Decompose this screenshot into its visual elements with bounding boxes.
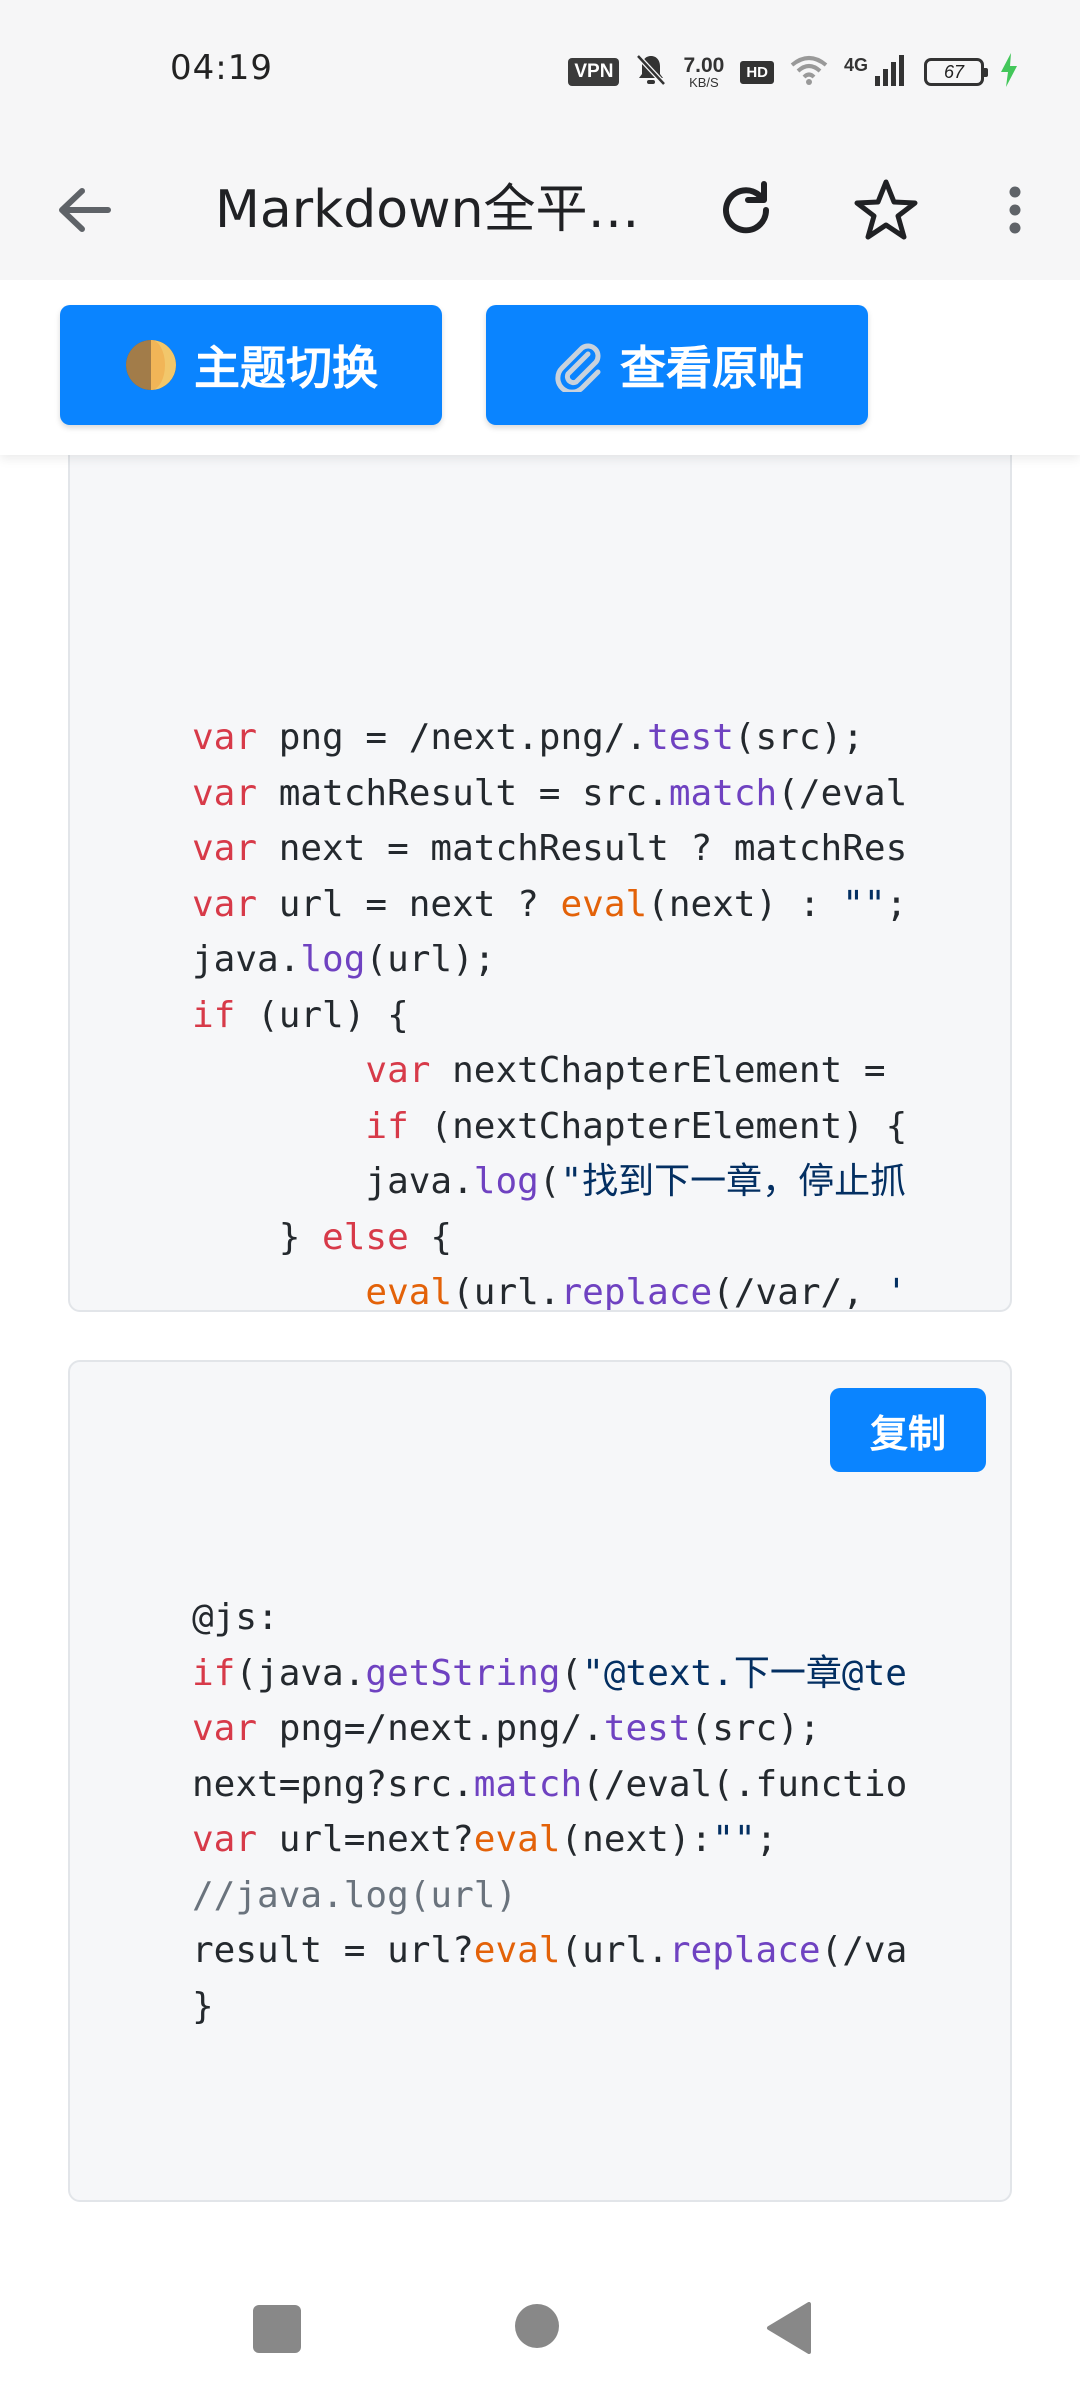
code-line: } <box>192 1985 214 2027</box>
code-line: var url = next ? eval(next) : ""; <box>192 883 908 925</box>
battery-icon: 67 <box>924 58 988 86</box>
battery-level: 67 <box>943 61 965 82</box>
code-line: result = url?eval(url.replace(/va <box>192 1930 908 1971</box>
network-speed: 7.00 KB/S <box>683 55 724 89</box>
action-strip: 主题切换 查看原帖 <box>0 280 1080 455</box>
home-icon[interactable] <box>515 2304 559 2348</box>
page-content[interactable]: var png = /next.png/.test(src); var matc… <box>0 280 1080 2290</box>
back-triangle-icon[interactable] <box>765 2302 813 2354</box>
code-line: @js: <box>192 1597 279 1638</box>
reload-button[interactable] <box>708 172 784 248</box>
bookmark-star-button[interactable] <box>848 172 924 248</box>
speed-unit: KB/S <box>689 75 719 90</box>
code-line: var next = matchResult ? matchRes <box>192 828 908 869</box>
wifi-icon <box>790 55 828 89</box>
copy-button[interactable]: 复制 <box>830 1388 986 1472</box>
theme-toggle-button[interactable]: 主题切换 <box>60 305 442 425</box>
code-line: if(java.getString("@text.下一章@te <box>192 1652 907 1694</box>
speed-value: 7.00 <box>683 54 725 77</box>
status-time: 04:19 <box>170 48 273 88</box>
mute-bell-icon <box>635 53 667 91</box>
paperclip-icon <box>555 343 601 392</box>
code-line: var png=/next.png/.test(src); <box>192 1708 821 1749</box>
reload-icon <box>723 181 770 234</box>
code-line: java.log("找到下一章，停止抓 <box>192 1161 907 1202</box>
network-type: 4G <box>843 54 868 75</box>
theme-toggle-label: 主题切换 <box>194 341 378 395</box>
charging-bolt-icon <box>1000 53 1018 91</box>
more-vert-icon <box>1009 186 1021 234</box>
code-line: } else { <box>192 1216 453 1258</box>
more-options-button[interactable] <box>985 172 1045 248</box>
app-bar: Markdown全平… <box>0 140 1080 280</box>
code-text-1: var png = /next.png/.test(src); var matc… <box>192 710 1010 1312</box>
recent-apps-icon[interactable] <box>253 2305 301 2353</box>
code-line: var nextChapterElement = <box>365 1050 908 1091</box>
code-line: var matchResult = src.match(/eval <box>192 772 908 814</box>
system-nav-bar <box>0 2290 1080 2400</box>
view-original-button[interactable]: 查看原帖 <box>486 305 868 425</box>
code-line: java.log(url); <box>192 939 496 980</box>
code-text-2: @js: if(java.getString("@text.下一章@te var… <box>192 1590 1010 2034</box>
code-line: var png = /next.png/.test(src); <box>192 717 864 758</box>
status-bar: 04:19 VPN 7.00 KB/S HD 4G 67 <box>0 0 1080 140</box>
half-moon-icon <box>126 340 176 390</box>
back-button[interactable] <box>50 175 120 245</box>
code-block-2: 复制 @js: if(java.getString("@text.下一章@te … <box>68 1360 1012 2202</box>
code-line: //java.log(url) <box>192 1874 518 1916</box>
back-arrow-icon <box>59 188 111 232</box>
code-line: if (nextChapterElement) { <box>365 1105 908 1147</box>
hd-icon: HD <box>740 60 774 84</box>
code-line: var url=next?eval(next):""; <box>192 1819 778 1860</box>
code-line: eval(url.replace(/var/, ' <box>365 1272 908 1312</box>
vpn-icon: VPN <box>568 58 620 86</box>
page-title: Markdown全平… <box>215 180 640 240</box>
code-line: next=png?src.match(/eval(.functio <box>192 1763 908 1805</box>
signal-icon <box>874 54 908 90</box>
code-line: if (url) { <box>192 994 409 1036</box>
star-icon <box>854 179 918 240</box>
view-original-label: 查看原帖 <box>620 341 804 395</box>
status-icons: VPN 7.00 KB/S HD 4G 67 <box>568 52 1018 92</box>
